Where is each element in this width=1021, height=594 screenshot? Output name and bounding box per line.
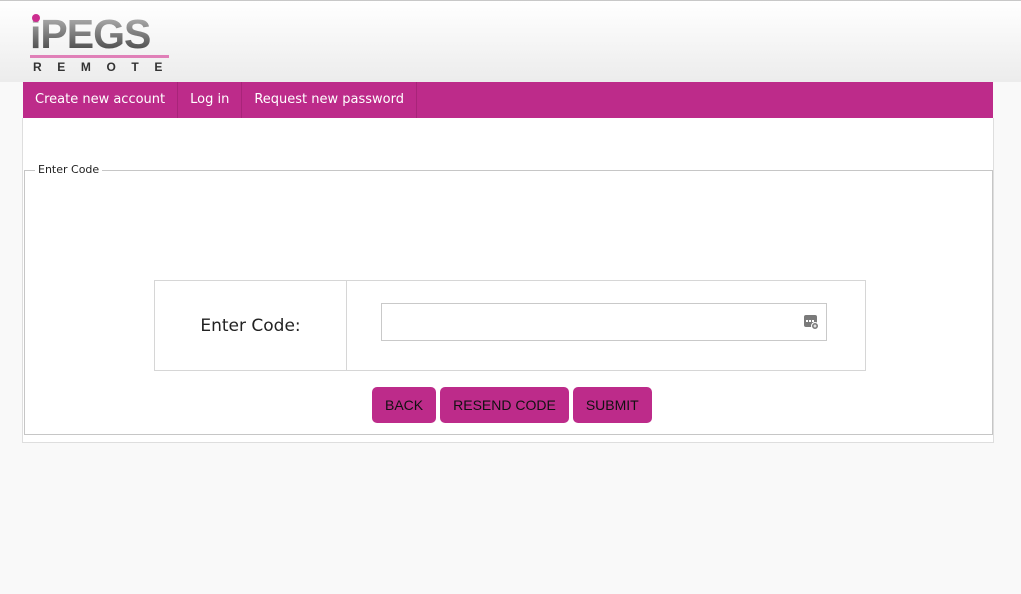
back-button[interactable]: BACK — [372, 387, 437, 423]
submit-button[interactable]: SUBMIT — [572, 387, 652, 423]
code-label: Enter Code: — [155, 281, 347, 370]
code-input-cell — [347, 281, 865, 370]
enter-code-fieldset: Enter Code Enter Code: BACK RESEND CODE … — [24, 163, 993, 435]
main-content: Enter Code Enter Code: BACK RESEND CODE … — [22, 118, 994, 443]
logo-dot — [32, 14, 40, 22]
code-entry-table: Enter Code: — [154, 280, 866, 371]
site-header: iPEGS REMOTE — [0, 0, 1021, 82]
code-input[interactable] — [381, 303, 827, 341]
action-buttons: BACK RESEND CODE SUBMIT — [372, 387, 652, 423]
main-nav: Create new account Log in Request new pa… — [23, 82, 993, 118]
nav-create-account[interactable]: Create new account — [23, 82, 179, 118]
nav-request-password[interactable]: Request new password — [242, 82, 417, 118]
logo-wordmark: iPEGS — [30, 11, 151, 57]
logo-underline — [30, 55, 169, 58]
password-manager-key-icon[interactable] — [803, 314, 819, 330]
resend-code-button[interactable]: RESEND CODE — [440, 387, 569, 423]
fieldset-legend: Enter Code — [35, 163, 103, 176]
logo-subtitle: REMOTE — [33, 60, 178, 74]
nav-log-in[interactable]: Log in — [178, 82, 243, 118]
ipegs-remote-logo[interactable]: iPEGS REMOTE — [30, 13, 170, 75]
